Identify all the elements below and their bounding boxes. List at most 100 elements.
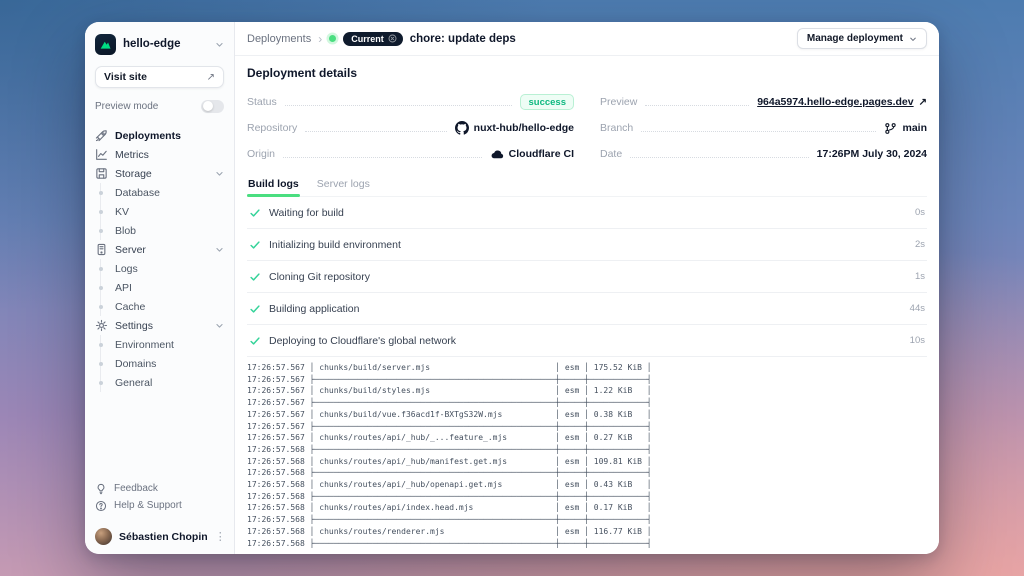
build-log-area[interactable]: 17:26:57.567 │ chunks/build/server.mjs │… bbox=[247, 357, 927, 554]
sidebar-item-label: API bbox=[115, 282, 224, 294]
deployment-content: Deployment details StatussuccessReposito… bbox=[235, 56, 939, 554]
preview-mode-toggle[interactable] bbox=[201, 100, 224, 113]
branch-icon bbox=[884, 122, 897, 135]
rocket-icon bbox=[95, 129, 108, 142]
manage-deployment-label: Manage deployment bbox=[807, 33, 903, 44]
visit-site-label: Visit site bbox=[104, 71, 147, 83]
avatar bbox=[95, 528, 112, 545]
detail-label: Branch bbox=[600, 122, 633, 134]
step-label: Initializing build environment bbox=[269, 239, 907, 251]
detail-value-text: nuxt-hub/hello-edge bbox=[474, 122, 574, 134]
bullet-dot-icon bbox=[95, 281, 108, 294]
user-menu[interactable]: Sébastien Chopin ⋮ bbox=[95, 520, 224, 546]
live-status-dot bbox=[329, 35, 336, 42]
sidebar-item-api[interactable]: API bbox=[95, 278, 224, 297]
sidebar-item-database[interactable]: Database bbox=[95, 183, 224, 202]
chevron-down-icon bbox=[215, 321, 224, 330]
sidebar-item-general[interactable]: General bbox=[95, 373, 224, 392]
detail-label: Preview bbox=[600, 96, 637, 108]
sidebar-item-label: Database bbox=[115, 187, 224, 199]
step-duration: 44s bbox=[910, 303, 925, 314]
main-panel: Deployments › Current chore: update deps… bbox=[235, 22, 939, 554]
visit-site-button[interactable]: Visit site ↗ bbox=[95, 66, 224, 88]
check-icon bbox=[249, 239, 261, 251]
cancel-circle-icon bbox=[388, 34, 397, 43]
build-step-row[interactable]: Deploying to Cloudflare's global network… bbox=[247, 325, 927, 357]
check-icon bbox=[249, 335, 261, 347]
dotted-leader bbox=[630, 157, 808, 158]
sidebar-item-label: Metrics bbox=[115, 149, 224, 161]
sidebar-item-cache[interactable]: Cache bbox=[95, 297, 224, 316]
topbar: Deployments › Current chore: update deps… bbox=[235, 22, 939, 56]
bullet-dot-icon bbox=[95, 300, 108, 313]
sidebar-item-environment[interactable]: Environment bbox=[95, 335, 224, 354]
check-icon bbox=[249, 207, 261, 219]
more-options-icon[interactable]: ⋮ bbox=[215, 530, 226, 543]
sidebar-item-label: Settings bbox=[115, 320, 208, 332]
sidebar-item-metrics[interactable]: Metrics bbox=[95, 145, 224, 164]
project-switcher[interactable]: hello-edge bbox=[95, 31, 224, 57]
chevron-down-icon bbox=[215, 40, 224, 49]
current-badge[interactable]: Current bbox=[343, 32, 403, 46]
sidebar-item-label: Cache bbox=[115, 301, 224, 313]
detail-label: Origin bbox=[247, 148, 275, 160]
toggle-knob bbox=[203, 101, 213, 111]
preview-mode-label: Preview mode bbox=[95, 101, 158, 112]
step-label: Cloning Git repository bbox=[269, 271, 907, 283]
footer-item-help[interactable]: Help & Support bbox=[95, 497, 224, 514]
step-label: Waiting for build bbox=[269, 207, 907, 219]
chevron-down-icon bbox=[215, 245, 224, 254]
chevron-down-icon bbox=[909, 35, 917, 43]
chevron-down-icon bbox=[215, 245, 224, 254]
preview-link[interactable]: 964a5974.hello-edge.pages.dev bbox=[757, 96, 913, 108]
external-link-icon: ↗ bbox=[919, 97, 927, 108]
details-column-right: Preview 964a5974.hello-edge.pages.dev ↗ Bra… bbox=[600, 89, 927, 167]
sidebar-item-blob[interactable]: Blob bbox=[95, 221, 224, 240]
bullet-dot-icon bbox=[95, 205, 108, 218]
bullet-dot-icon bbox=[95, 224, 108, 237]
section-title: Deployment details bbox=[247, 66, 927, 80]
manage-deployment-button[interactable]: Manage deployment bbox=[797, 28, 927, 49]
detail-row-preview: Preview 964a5974.hello-edge.pages.dev ↗ bbox=[600, 89, 927, 115]
build-step-row[interactable]: Building application 44s bbox=[247, 293, 927, 325]
sidebar-item-settings[interactable]: Settings bbox=[95, 316, 224, 335]
deployment-details-grid: StatussuccessRepositorynuxt-hub/hello-ed… bbox=[247, 89, 927, 167]
detail-row-branch: Branch main bbox=[600, 115, 927, 141]
github-icon bbox=[455, 121, 469, 135]
check-icon bbox=[249, 303, 261, 315]
chart-icon bbox=[95, 148, 108, 161]
sidebar-item-label: Domains bbox=[115, 358, 224, 370]
breadcrumb-deployments[interactable]: Deployments bbox=[247, 33, 311, 45]
sidebar-footer-items: Feedback Help & Support bbox=[95, 480, 224, 514]
sidebar-item-domains[interactable]: Domains bbox=[95, 354, 224, 373]
help-icon bbox=[95, 500, 107, 512]
tab-server-logs[interactable]: Server logs bbox=[316, 174, 371, 196]
bullet-dot-icon bbox=[95, 376, 108, 389]
step-duration: 1s bbox=[915, 271, 925, 282]
server-icon bbox=[95, 243, 108, 256]
sidebar-item-deployments[interactable]: Deployments bbox=[95, 126, 224, 145]
sidebar-item-storage[interactable]: Storage bbox=[95, 164, 224, 183]
detail-label: Repository bbox=[247, 122, 297, 134]
detail-value-text: Cloudflare CI bbox=[509, 148, 574, 160]
build-steps: Waiting for build0sInitializing build en… bbox=[247, 197, 927, 357]
bullet-dot-icon bbox=[95, 186, 108, 199]
detail-value-text: main bbox=[902, 122, 927, 134]
build-step-row[interactable]: Initializing build environment2s bbox=[247, 229, 927, 261]
footer-item-label: Help & Support bbox=[114, 500, 182, 511]
sidebar-item-logs[interactable]: Logs bbox=[95, 259, 224, 278]
detail-label: Date bbox=[600, 148, 622, 160]
tab-build-logs[interactable]: Build logs bbox=[247, 174, 300, 196]
sidebar-item-server[interactable]: Server bbox=[95, 240, 224, 259]
project-name: hello-edge bbox=[123, 38, 208, 50]
build-step-row[interactable]: Cloning Git repository 1s bbox=[247, 261, 927, 293]
app-window: hello-edge Visit site ↗ Preview mode Dep… bbox=[85, 22, 939, 554]
dotted-leader bbox=[283, 157, 482, 158]
footer-item-feedback[interactable]: Feedback bbox=[95, 480, 224, 497]
disk-icon bbox=[95, 167, 108, 180]
sidebar-item-kv[interactable]: KV bbox=[95, 202, 224, 221]
bullet-dot-icon bbox=[95, 338, 108, 351]
step-label: Building application bbox=[269, 303, 902, 315]
sidebar-item-label: Storage bbox=[115, 168, 208, 180]
build-step-row[interactable]: Waiting for build0s bbox=[247, 197, 927, 229]
